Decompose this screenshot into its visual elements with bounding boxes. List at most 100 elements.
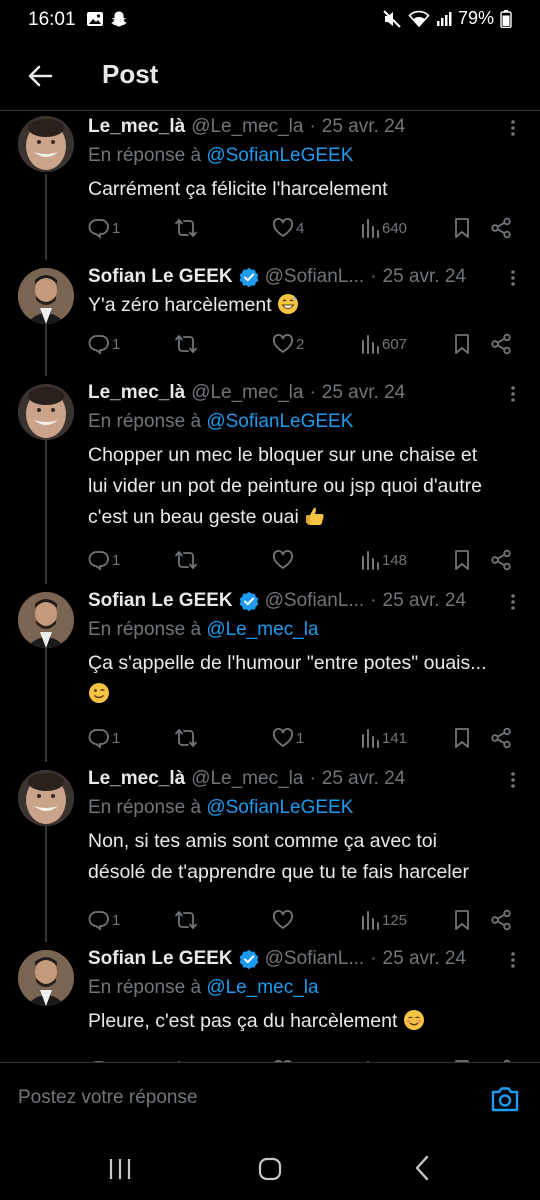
bookmark-button[interactable] (452, 215, 472, 241)
camera-button[interactable] (490, 1085, 520, 1118)
view-count: 607 (382, 335, 408, 353)
avatar[interactable] (18, 950, 74, 1006)
views-button[interactable]: 125 (360, 907, 407, 933)
avatar[interactable] (18, 592, 74, 648)
view-count: 125 (382, 911, 408, 929)
tweet-text: Y'a zéro harcèlement (88, 290, 522, 321)
more-options-icon[interactable] (508, 592, 518, 612)
like-button[interactable] (272, 547, 296, 573)
reply-button[interactable]: 1 (88, 547, 120, 573)
status-bar: 16:01 79% (0, 0, 540, 40)
views-button[interactable]: 141 (360, 725, 407, 751)
action-bar: 1 4 640 (88, 215, 518, 241)
bookmark-button[interactable] (452, 547, 472, 573)
reply-icon (88, 911, 109, 931)
gallery-notification-icon (87, 12, 103, 26)
author-handle[interactable]: @Le_mec_la (191, 382, 303, 404)
views-button[interactable]: 640 (360, 215, 407, 241)
home-icon[interactable] (258, 1156, 282, 1182)
like-button[interactable]: 4 (272, 215, 304, 241)
tweet[interactable]: Sofian Le GEEK @SofianL... · 25 avr. 24 … (0, 260, 540, 376)
like-count: 2 (296, 335, 305, 353)
more-options-icon[interactable] (508, 118, 518, 138)
grinning-sweat-emoji-icon (278, 294, 299, 314)
like-button[interactable]: 2 (272, 331, 304, 357)
share-button[interactable] (490, 547, 512, 573)
reply-to-handle[interactable]: @Le_mec_la (206, 977, 318, 998)
share-button[interactable] (490, 331, 512, 357)
reply-to-handle[interactable]: @SofianLeGEEK (206, 145, 353, 166)
retweet-button[interactable] (174, 907, 198, 933)
thread-connector (45, 174, 47, 260)
like-button[interactable]: 1 (272, 725, 304, 751)
author-name[interactable]: Le_mec_là (88, 116, 185, 138)
reply-to-handle[interactable]: @Le_mec_la (206, 619, 318, 640)
avatar[interactable] (18, 116, 74, 172)
views-button[interactable]: 607 (360, 331, 407, 357)
retweet-button[interactable] (174, 725, 198, 751)
battery-percent: 79% (457, 8, 494, 28)
author-name[interactable]: Le_mec_là (88, 382, 185, 404)
share-button[interactable] (490, 725, 512, 751)
reply-input[interactable]: Postez votre réponse (18, 1087, 198, 1109)
retweet-button[interactable] (174, 215, 198, 241)
retweet-button[interactable] (174, 331, 198, 357)
tweet[interactable]: Le_mec_là @Le_mec_la · 25 avr. 24 En rép… (0, 762, 540, 942)
more-options-icon[interactable] (508, 384, 518, 404)
author-handle[interactable]: @Le_mec_la (191, 768, 303, 790)
retweet-icon (175, 335, 197, 353)
reply-context: En réponse à @Le_mec_la (88, 619, 319, 640)
author-handle[interactable]: @SofianL... (265, 266, 365, 288)
author-handle[interactable]: @SofianL... (265, 590, 365, 612)
author-handle[interactable]: @SofianL... (265, 948, 365, 970)
like-button[interactable] (272, 907, 296, 933)
author-name[interactable]: Sofian Le GEEK (88, 948, 233, 970)
heart-icon (273, 910, 293, 929)
smiling-face-emoji-icon (403, 1010, 424, 1030)
more-options-icon[interactable] (508, 268, 518, 288)
thumbs-up-emoji-icon (306, 507, 324, 525)
view-count: 148 (382, 551, 408, 569)
back-button[interactable] (22, 58, 58, 94)
author-handle[interactable]: @Le_mec_la (191, 116, 303, 138)
like-count: 4 (296, 219, 305, 237)
reply-button[interactable]: 1 (88, 331, 120, 357)
reply-to-handle[interactable]: @SofianLeGEEK (206, 797, 353, 818)
recent-apps-icon[interactable] (108, 1156, 132, 1182)
verified-badge-icon (239, 949, 259, 969)
reply-button[interactable]: 1 (88, 725, 120, 751)
author-name[interactable]: Sofian Le GEEK (88, 590, 233, 612)
reply-button[interactable]: 1 (88, 215, 120, 241)
bookmark-button[interactable] (452, 725, 472, 751)
retweet-button[interactable] (174, 547, 198, 573)
author-name[interactable]: Sofian Le GEEK (88, 266, 233, 288)
bookmark-icon (455, 728, 469, 748)
more-options-icon[interactable] (508, 770, 518, 790)
analytics-icon (362, 729, 379, 748)
system-navigation-bar (0, 1140, 540, 1200)
reply-to-handle[interactable]: @SofianLeGEEK (206, 411, 353, 432)
bookmark-button[interactable] (452, 907, 472, 933)
share-button[interactable] (490, 907, 512, 933)
share-button[interactable] (490, 215, 512, 241)
tweet[interactable]: Sofian Le GEEK @SofianL... · 25 avr. 24 … (0, 942, 540, 1062)
tweet-text: Non, si tes amis sont comme ça avec toi … (88, 830, 469, 883)
avatar[interactable] (18, 384, 74, 440)
tweet[interactable]: Sofian Le GEEK @SofianL... · 25 avr. 24 … (0, 584, 540, 762)
bookmark-button[interactable] (452, 331, 472, 357)
avatar[interactable] (18, 268, 74, 324)
tweet[interactable]: Le_mec_là @Le_mec_la · 25 avr. 24 En rép… (0, 110, 540, 260)
reply-count: 1 (112, 219, 121, 237)
views-button[interactable]: 148 (360, 547, 407, 573)
more-options-icon[interactable] (508, 950, 518, 970)
author-name[interactable]: Le_mec_là (88, 768, 185, 790)
avatar[interactable] (18, 770, 74, 826)
page-title: Post (102, 59, 159, 89)
mute-icon (383, 9, 401, 28)
system-back-icon[interactable] (412, 1154, 432, 1182)
share-icon (491, 217, 511, 239)
reply-button[interactable]: 1 (88, 907, 120, 933)
heart-icon (273, 728, 293, 747)
reply-count: 1 (112, 335, 121, 353)
tweet[interactable]: Le_mec_là @Le_mec_la · 25 avr. 24 En rép… (0, 376, 540, 584)
